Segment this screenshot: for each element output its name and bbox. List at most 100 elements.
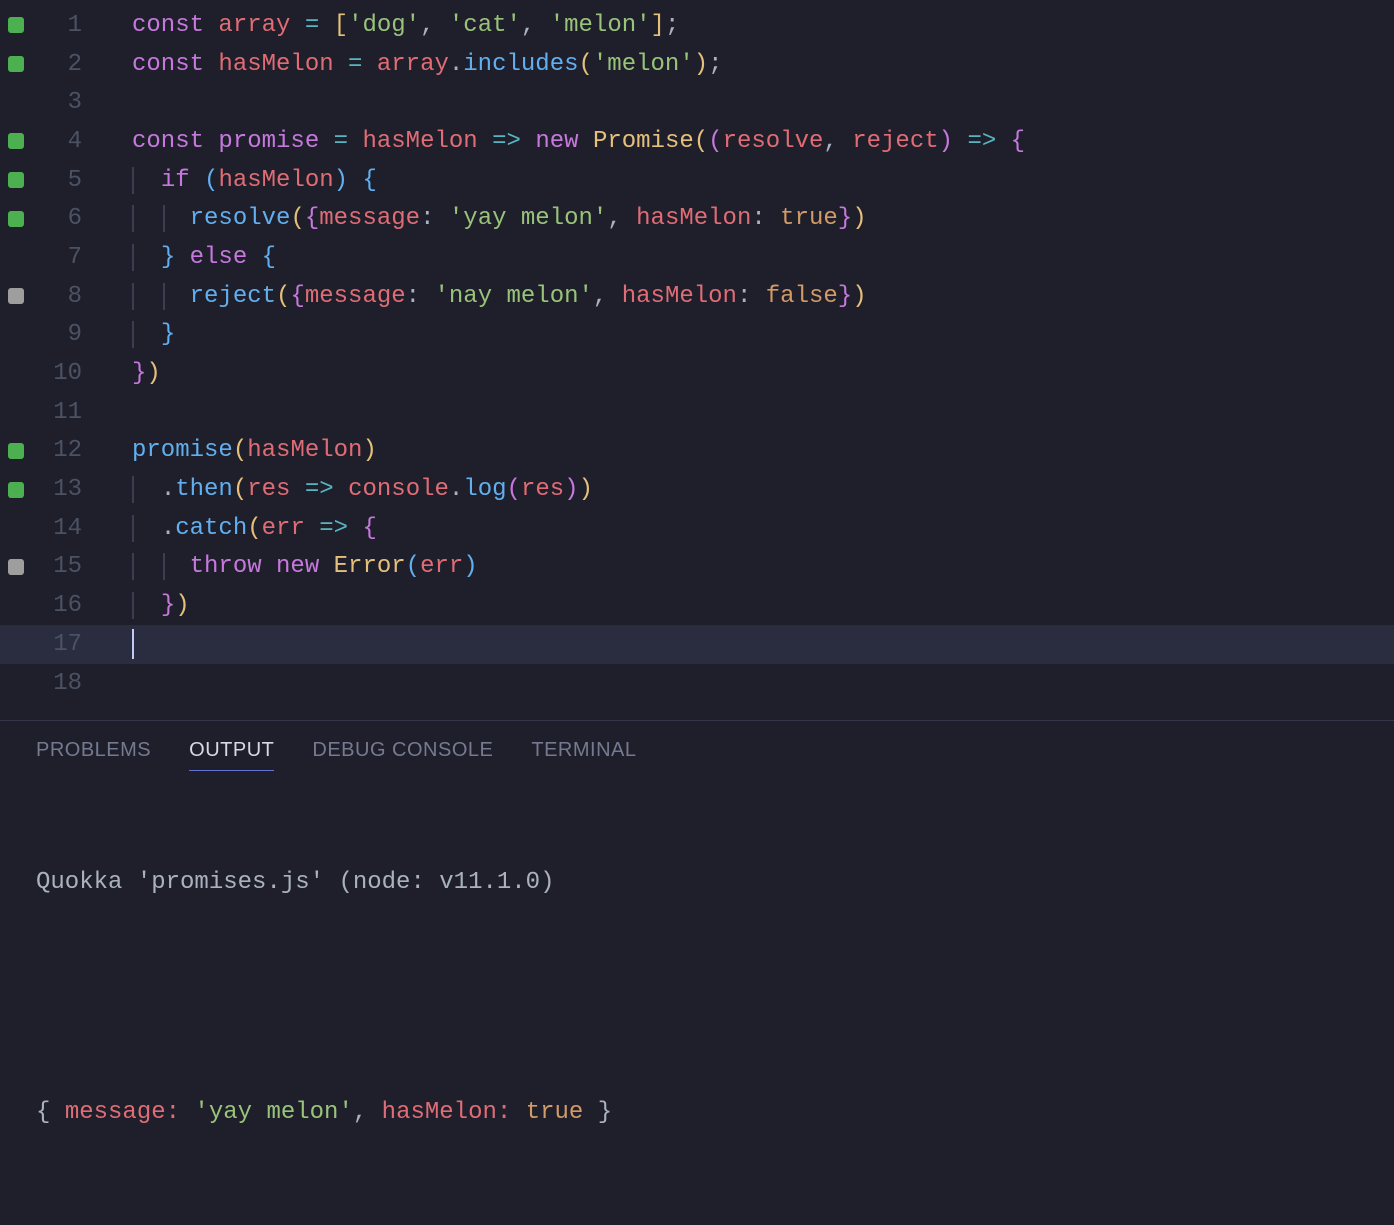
output-panel-body[interactable]: Quokka 'promises.js' (node: v11.1.0) { m… xyxy=(0,771,1394,1225)
code-content[interactable]: const hasMelon = array.includes('melon')… xyxy=(88,51,723,78)
code-content[interactable]: .catch(err => { xyxy=(88,515,377,542)
editor-line[interactable]: 1const array = ['dog', 'cat', 'melon']; xyxy=(0,6,1394,45)
token-punc xyxy=(319,128,333,155)
code-content[interactable]: } else { xyxy=(88,244,276,271)
code-content[interactable]: const array = ['dog', 'cat', 'melon']; xyxy=(88,12,679,39)
editor-line[interactable]: 16 }) xyxy=(0,586,1394,625)
token-br-y: ) xyxy=(146,360,160,387)
editor-line[interactable]: 8 reject({message: 'nay melon', hasMelon… xyxy=(0,277,1394,316)
token-br-b: ( xyxy=(406,553,420,580)
editor-line[interactable]: 5 if (hasMelon) { xyxy=(0,161,1394,200)
token-punc: : xyxy=(737,283,766,310)
indent-guide xyxy=(132,553,134,580)
token-kw: else xyxy=(190,244,248,271)
token-br-b: ( xyxy=(204,167,218,194)
code-content[interactable]: reject({message: 'nay melon', hasMelon: … xyxy=(88,283,867,310)
gutter-marker xyxy=(0,56,32,72)
editor-line[interactable]: 6 resolve({message: 'yay melon', hasMelo… xyxy=(0,199,1394,238)
editor-line[interactable]: 18 xyxy=(0,664,1394,703)
token-br-y: ( xyxy=(290,205,304,232)
token-br-p: ) xyxy=(939,128,953,155)
green-square-icon xyxy=(8,443,24,459)
token-punc: , xyxy=(607,205,636,232)
code-content[interactable]: .then(res => console.log(res)) xyxy=(88,476,593,503)
output-line: Quokka 'promises.js' (node: v11.1.0) xyxy=(36,864,1358,902)
code-content[interactable]: resolve({message: 'yay melon', hasMelon:… xyxy=(88,205,867,232)
token-str: 'dog' xyxy=(348,12,420,39)
line-number: 11 xyxy=(32,399,88,426)
editor-line[interactable]: 12promise(hasMelon) xyxy=(0,432,1394,471)
line-number: 2 xyxy=(32,51,88,78)
token-punc xyxy=(190,167,204,194)
token-br-b: } xyxy=(161,321,175,348)
token-kw: const xyxy=(132,12,204,39)
token-punc xyxy=(579,128,593,155)
token-punc: : xyxy=(751,205,780,232)
indent-guide xyxy=(132,205,134,232)
token-br-y: ( xyxy=(233,437,247,464)
editor-line[interactable]: 15 throw new Error(err) xyxy=(0,548,1394,587)
token-br-y: ) xyxy=(852,283,866,310)
editor-line[interactable]: 7 } else { xyxy=(0,238,1394,277)
tab-terminal[interactable]: TERMINAL xyxy=(531,739,636,771)
editor-line[interactable]: 3 xyxy=(0,83,1394,122)
token-br-p: { xyxy=(305,205,319,232)
line-number: 4 xyxy=(32,128,88,155)
code-editor[interactable]: 1const array = ['dog', 'cat', 'melon'];2… xyxy=(0,0,1394,720)
code-content[interactable]: if (hasMelon) { xyxy=(88,167,377,194)
token-punc: , xyxy=(420,12,449,39)
code-content[interactable]: }) xyxy=(88,360,161,387)
token-br-y: ( xyxy=(694,128,708,155)
token-fnd: promise xyxy=(218,128,319,155)
editor-line[interactable]: 17 xyxy=(0,625,1394,664)
token-punc xyxy=(348,515,362,542)
code-content[interactable]: } xyxy=(88,321,175,348)
code-content[interactable]: throw new Error(err) xyxy=(88,553,478,580)
code-content[interactable] xyxy=(88,629,134,659)
token-punc xyxy=(305,515,319,542)
token-punc: , xyxy=(521,12,550,39)
code-content[interactable]: promise(hasMelon) xyxy=(88,437,377,464)
code-content[interactable]: }) xyxy=(88,592,190,619)
grey-square-icon xyxy=(8,288,24,304)
line-number: 7 xyxy=(32,244,88,271)
tab-problems[interactable]: PROBLEMS xyxy=(36,739,151,771)
token-var: res xyxy=(247,476,290,503)
tab-debug-console[interactable]: DEBUG CONSOLE xyxy=(312,739,493,771)
tab-output[interactable]: OUTPUT xyxy=(189,739,274,771)
editor-line[interactable]: 9 } xyxy=(0,316,1394,355)
token-br-y: ) xyxy=(175,592,189,619)
token-punc: . xyxy=(161,515,175,542)
token-str: 'nay melon' xyxy=(434,283,592,310)
token-var: hasMelon xyxy=(218,51,333,78)
indent-guide xyxy=(163,283,165,310)
token-punc xyxy=(478,128,492,155)
editor-line[interactable]: 10}) xyxy=(0,354,1394,393)
token-punc xyxy=(204,128,218,155)
token-op: => xyxy=(305,476,334,503)
token-cls: Error xyxy=(334,553,406,580)
token-fn: then xyxy=(175,476,233,503)
editor-line[interactable]: 11 xyxy=(0,393,1394,432)
token-prop: hasMelon xyxy=(636,205,751,232)
line-number: 18 xyxy=(32,670,88,697)
indent-guide xyxy=(132,476,134,503)
output-object: { message: 'yay melon', hasMelon: true } xyxy=(36,1094,1358,1132)
editor-line[interactable]: 4const promise = hasMelon => new Promise… xyxy=(0,122,1394,161)
indent-guide xyxy=(163,553,165,580)
token-prop: hasMelon xyxy=(622,283,737,310)
panel-tabs: PROBLEMS OUTPUT DEBUG CONSOLE TERMINAL xyxy=(0,721,1394,771)
code-content[interactable]: const promise = hasMelon => new Promise(… xyxy=(88,128,1025,155)
indent-guide xyxy=(132,515,134,542)
token-punc: : xyxy=(420,205,449,232)
editor-line[interactable]: 14 .catch(err => { xyxy=(0,509,1394,548)
token-punc xyxy=(247,244,261,271)
token-punc: , xyxy=(593,283,622,310)
gutter-marker xyxy=(0,443,32,459)
editor-line[interactable]: 2const hasMelon = array.includes('melon'… xyxy=(0,45,1394,84)
editor-line[interactable]: 13 .then(res => console.log(res)) xyxy=(0,470,1394,509)
token-kw: new xyxy=(276,553,319,580)
token-kw: throw xyxy=(190,553,262,580)
gutter-marker xyxy=(0,482,32,498)
token-punc: . xyxy=(449,51,463,78)
